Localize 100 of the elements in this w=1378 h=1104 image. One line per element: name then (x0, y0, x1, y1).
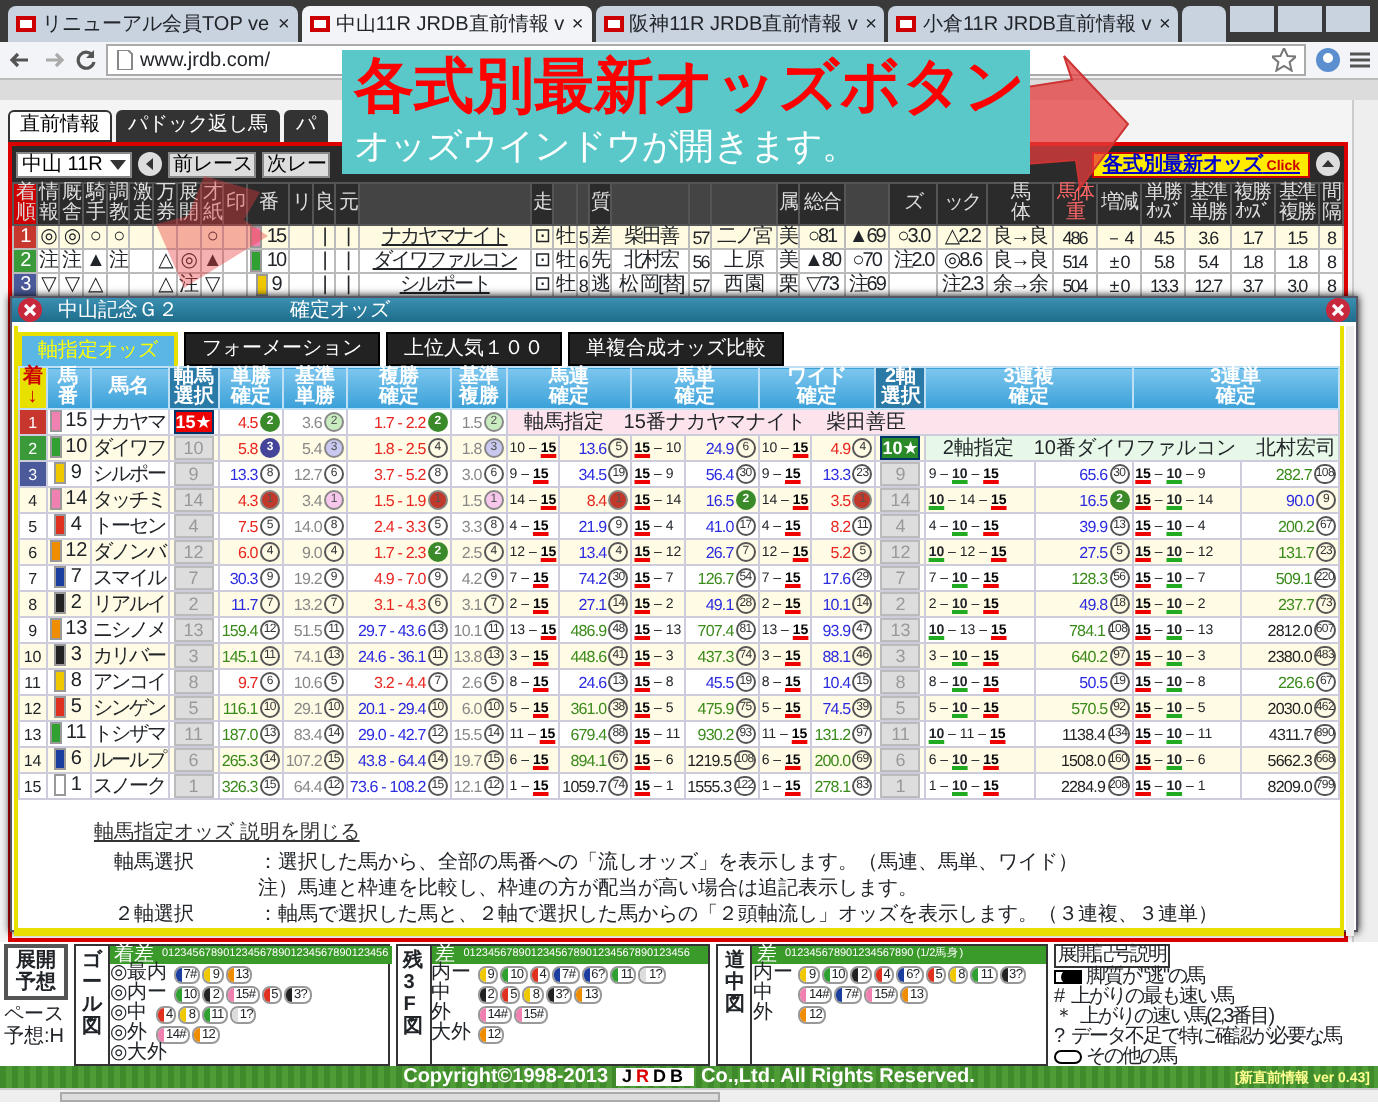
odds-value: 361.0 (570, 699, 607, 717)
odds-value: 9.7 (237, 673, 258, 691)
odds-value: 475.9 (697, 699, 734, 717)
designation-note: 軸馬指定 15番ナカヤマナイト 柴田善臣 (506, 409, 1339, 435)
explanation-note: 注）馬連と枠連を比較し、枠連の方が配当が高い場合は追記表示します。 (256, 876, 920, 902)
horse-number: 5 (70, 697, 82, 720)
horse-name: リアルイ (90, 591, 169, 617)
horse-number: 8 (70, 671, 82, 694)
table-cell: 良→良 (986, 249, 1053, 274)
odds-value: 27.5 (1079, 543, 1108, 561)
horse-number: 2 (70, 593, 82, 616)
table-cell: 牡 (553, 249, 577, 274)
horse-number: 6 (70, 749, 82, 772)
finish-order: 10 (19, 643, 47, 669)
horse-number: 7 (70, 567, 82, 590)
table-cell: 注2.0 (889, 249, 938, 274)
table-cell: ◎8.6 (937, 249, 987, 274)
horse-number: 1 (70, 775, 82, 798)
table-cell: ○70 (844, 249, 890, 274)
odds-value: 88.1 (822, 647, 851, 665)
odds-value: 6.0 (237, 543, 258, 561)
odds-value: 7.5 (237, 517, 258, 535)
odds-value: 131.2 (814, 725, 851, 743)
odds-value: 237.7 (1277, 595, 1314, 613)
odds-value: 3.5 (830, 491, 851, 509)
odds-value: 43.8 - 64.4 (357, 751, 426, 769)
odds-value: 41.0 (705, 517, 734, 535)
table-cell: 3 (13, 273, 37, 298)
legend-text: 上がりの速い馬(2,3番目) (1080, 1006, 1274, 1028)
column-header: 属 (776, 183, 800, 225)
odds-value: 2.6 (461, 673, 482, 691)
column-header: 複勝 確定 (346, 367, 451, 409)
column-header: 増減 (1096, 183, 1142, 225)
odds-value: 509.1 (1275, 569, 1312, 587)
odds-value: 27.1 (578, 595, 607, 613)
lane-label: 大外 (431, 1024, 472, 1044)
odds-value: 10.1 (822, 595, 851, 613)
odds-value: 159.4 (221, 621, 258, 639)
odds-value: 5.4 (301, 439, 322, 457)
column-header: 軸馬 選択 (168, 367, 219, 409)
odds-value: 3.0 (461, 465, 482, 483)
finish-order: 15 (19, 773, 47, 799)
lane-label: ◎内ー (110, 984, 168, 1004)
table-cell: 514 (1052, 249, 1097, 274)
table-cell: 注 (106, 249, 130, 274)
company-logo: JRDB (616, 1067, 694, 1087)
odds-value: 74.1 (293, 647, 322, 665)
column-header: 間 隔 (1318, 183, 1343, 225)
horse-number: 11 (65, 723, 87, 746)
odds-value: 64.4 (293, 777, 322, 795)
table-cell: 56 (689, 249, 711, 274)
legend-title: 展開記号説明 (1054, 944, 1170, 968)
odds-value: 9.0 (301, 543, 322, 561)
column-header: 調 教 (106, 183, 130, 225)
column-header: 質 (588, 183, 612, 225)
odds-value: 126.7 (697, 569, 734, 587)
odds-value: 30.3 (229, 569, 258, 587)
table-cell: 1.8 (1230, 249, 1275, 274)
odds-value: 282.7 (1275, 465, 1312, 483)
odds-value: 3.7 - 5.2 (374, 465, 426, 483)
table-cell: 注 (36, 249, 60, 274)
lane-label: 外 (752, 1004, 775, 1024)
lane-label: ◎最内 (110, 964, 168, 984)
horse-number: 14 (65, 489, 88, 512)
table-cell: 美 (776, 249, 800, 274)
column-header: 着 ↓ (19, 367, 47, 409)
odds-value: 20.1 - 29.4 (357, 699, 426, 717)
legend-mark: # (1054, 986, 1064, 1008)
column-header: 馬連 確定 (506, 367, 632, 409)
odds-value: 679.4 (570, 725, 607, 743)
odds-value: 486.9 (570, 621, 607, 639)
odds-value: 49.8 (1079, 595, 1108, 613)
odds-value: 128.3 (1071, 569, 1108, 587)
column-header: 単勝 確定 (218, 367, 283, 409)
column-header: 単勝 ｵｯｽﾞ (1141, 183, 1186, 225)
odds-value: 3.1 - 4.3 (374, 595, 426, 613)
column-header: 元 (335, 183, 360, 225)
designation-note: 2軸指定 10番ダイワファルコン 北村宏司 (925, 435, 1339, 461)
column-header: リ (289, 183, 313, 225)
odds-value: 8209.0 (1267, 777, 1312, 795)
finish-order: 14 (19, 747, 47, 773)
callout-title: 各式別最新オッズボタン (354, 54, 1018, 122)
odds-value: 49.1 (705, 595, 734, 613)
table-cell: ◎ (176, 249, 200, 274)
term-label: 軸馬選択 (112, 850, 196, 876)
odds-value: 3.2 - 4.4 (374, 673, 426, 691)
lane-label: ◎外 (110, 1024, 148, 1044)
odds-value: 13.3 (822, 465, 851, 483)
finish-order: 8 (19, 591, 47, 617)
odds-value: 2812.0 (1267, 621, 1312, 639)
odds-value: 1555.3 (687, 777, 732, 795)
odds-value: 1.5 (461, 491, 482, 509)
table-cell: 2 (13, 249, 37, 274)
odds-value: 29.1 (293, 699, 322, 717)
column-header: 番 (246, 183, 290, 225)
odds-value: 74.5 (822, 699, 851, 717)
window-title: 確定オッズ (290, 299, 390, 321)
odds-value: 19.2 (293, 569, 322, 587)
table-cell: 上 原 (710, 249, 777, 274)
odds-value: 1138.4 (1062, 725, 1106, 743)
